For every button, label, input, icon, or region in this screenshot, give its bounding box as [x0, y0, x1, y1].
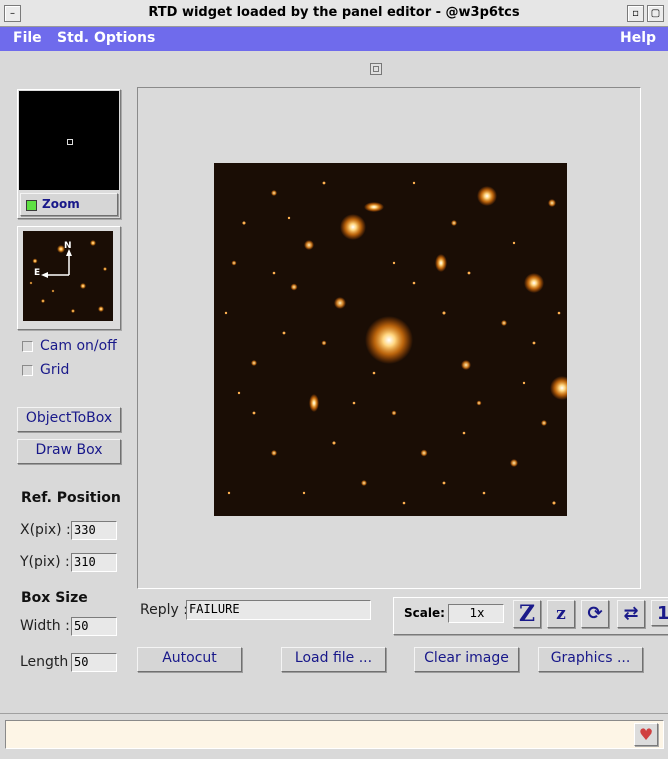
reply-field: FAILURE: [186, 600, 371, 620]
grid-checkbox[interactable]: [22, 365, 33, 376]
zoom-in-icon[interactable]: Z: [513, 600, 541, 628]
length-label: Length :: [20, 654, 78, 670]
y-pix-label: Y(pix) :: [20, 554, 70, 570]
reset-scale-icon[interactable]: 1: [651, 600, 668, 626]
clear-image-button[interactable]: Clear image: [414, 647, 519, 672]
minimize-button[interactable]: ▫: [627, 5, 644, 22]
zoom-indicator-icon: [26, 200, 37, 211]
starfield: [224, 181, 567, 505]
separator: [0, 713, 668, 714]
ref-position-heading: Ref. Position: [21, 490, 121, 506]
width-field[interactable]: 50: [71, 617, 117, 636]
status-bar: ♥: [5, 720, 664, 749]
length-field[interactable]: 50: [71, 653, 117, 672]
load-file-button[interactable]: Load file ...: [281, 647, 386, 672]
autocut-button[interactable]: Autocut: [137, 647, 242, 672]
zoom-out-icon[interactable]: z: [547, 600, 575, 628]
panner-view[interactable]: [19, 91, 119, 190]
flip-icon[interactable]: ⇄: [617, 600, 645, 628]
draw-box-button[interactable]: Draw Box: [17, 439, 121, 464]
reply-label: Reply :: [140, 602, 188, 618]
compass-east: E: [34, 268, 41, 278]
maximize-button[interactable]: ▢: [647, 5, 664, 22]
rotate-icon[interactable]: ⟳: [581, 600, 609, 628]
window-title: RTD widget loaded by the panel editor - …: [148, 5, 520, 20]
box-size-heading: Box Size: [21, 590, 88, 606]
magnifier-view: N E: [23, 231, 113, 321]
scale-label: Scale:: [404, 606, 445, 620]
object-to-box-button[interactable]: ObjectToBox: [17, 407, 121, 432]
menu-std-options[interactable]: Std. Options: [57, 30, 155, 46]
width-label: Width :: [20, 618, 70, 634]
toolbar-toggle-icon[interactable]: [370, 63, 382, 75]
cam-label: Cam on/off: [40, 338, 117, 354]
astronomy-image[interactable]: [214, 163, 567, 516]
menu-help[interactable]: Help: [620, 30, 656, 46]
compass-north: N: [64, 241, 72, 251]
cam-checkbox[interactable]: [22, 341, 33, 352]
zoom-label: Zoom: [42, 197, 80, 211]
y-pix-field[interactable]: 310: [71, 553, 117, 572]
menu-file[interactable]: File: [13, 30, 42, 46]
heart-icon[interactable]: ♥: [634, 723, 658, 746]
scale-field[interactable]: 1x: [448, 604, 504, 623]
zoom-toggle[interactable]: Zoom: [20, 193, 118, 216]
grid-label: Grid: [40, 362, 70, 378]
x-pix-label: X(pix) :: [20, 522, 71, 538]
panner-box-icon[interactable]: [67, 139, 73, 145]
title-bar[interactable]: – RTD widget loaded by the panel editor …: [0, 0, 668, 27]
x-pix-field[interactable]: 330: [71, 521, 117, 540]
menu-bar: File Std. Options Help: [0, 27, 668, 51]
graphics-button[interactable]: Graphics ...: [538, 647, 643, 672]
